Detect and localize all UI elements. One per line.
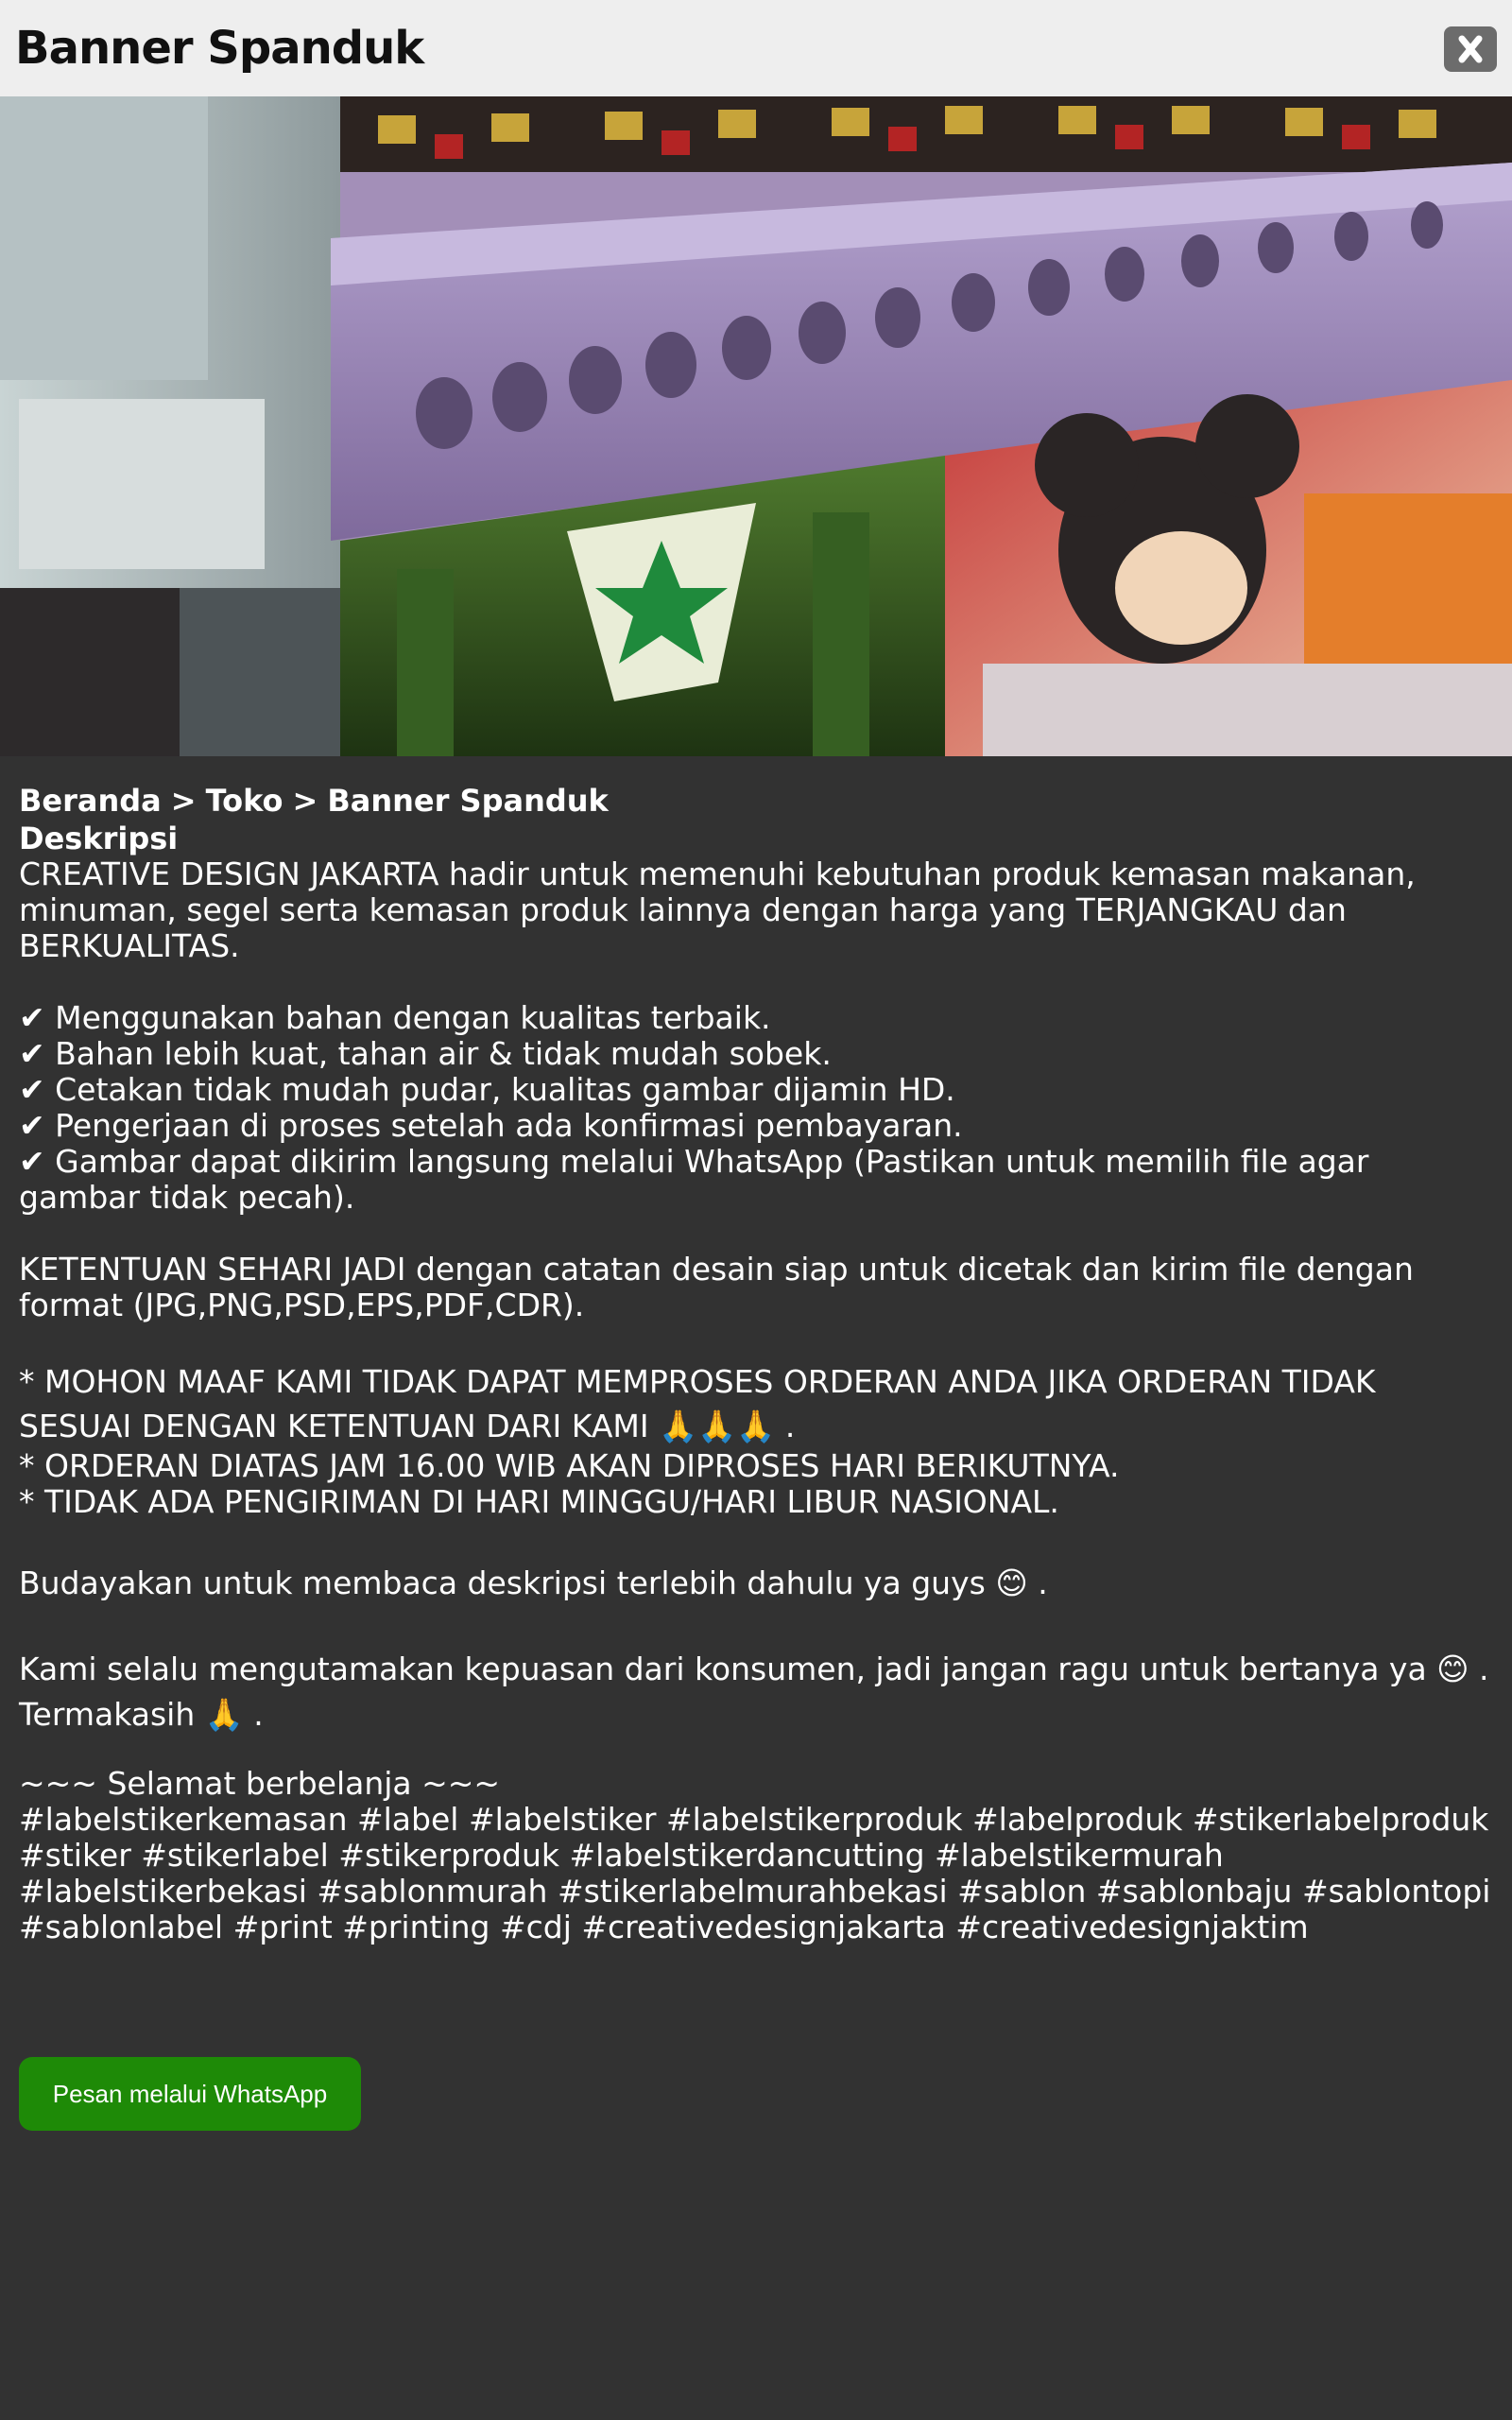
breadcrumb-shop[interactable]: Toko xyxy=(206,783,284,819)
breadcrumb-current: Banner Spanduk xyxy=(327,783,609,819)
whatsapp-order-button[interactable]: Pesan melalui WhatsApp xyxy=(19,2057,361,2131)
feature-item: ✔ Menggunakan bahan dengan kualitas terb… xyxy=(19,999,771,1036)
breadcrumb-separator: > xyxy=(170,783,197,819)
note-item: * MOHON MAAF KAMI TIDAK DAPAT MEMPROSES … xyxy=(19,1363,1376,1444)
breadcrumb-separator: > xyxy=(292,783,318,819)
page-header: Banner Spanduk xyxy=(0,0,1512,96)
satisfaction-note: Kami selalu mengutamakan kepuasan dari k… xyxy=(19,1651,1489,1687)
greeting-text: ~~~ Selamat berbelanja ~~~ xyxy=(19,1765,501,1802)
note-item: * ORDERAN DIATAS JAM 16.00 WIB AKAN DIPR… xyxy=(19,1447,1120,1484)
breadcrumb: Beranda > Toko > Banner Spanduk xyxy=(19,781,1493,821)
printer-photo xyxy=(0,96,1512,756)
feature-item: ✔ Cetakan tidak mudah pudar, kualitas ga… xyxy=(19,1071,955,1108)
close-icon xyxy=(1458,35,1483,63)
terms-text: KETENTUAN SEHARI JADI dengan catatan des… xyxy=(19,1251,1414,1323)
feature-item: ✔ Gambar dapat dikirim langsung melalui … xyxy=(19,1143,1369,1216)
feature-item: ✔ Bahan lebih kuat, tahan air & tidak mu… xyxy=(19,1035,832,1072)
breadcrumb-home[interactable]: Beranda xyxy=(19,783,162,819)
description-heading: Deskripsi xyxy=(19,821,179,856)
description-intro: CREATIVE DESIGN JAKARTA hadir untuk meme… xyxy=(19,856,1416,964)
note-item: * TIDAK ADA PENGIRIMAN DI HARI MINGGU/HA… xyxy=(19,1483,1059,1520)
page-title: Banner Spanduk xyxy=(15,22,424,75)
feature-item: ✔ Pengerjaan di proses setelah ada konfi… xyxy=(19,1107,963,1144)
read-note: Budayakan untuk membaca deskripsi terleb… xyxy=(19,1564,1048,1601)
hero-image xyxy=(0,96,1512,756)
product-content: Beranda > Toko > Banner Spanduk Deskripsi CR… xyxy=(19,781,1493,1945)
thanks-note: Termakasih 🙏 . xyxy=(19,1696,264,1733)
close-button[interactable] xyxy=(1444,26,1497,72)
hashtags: #labelstikerkemasan #label #labelstiker … xyxy=(19,1801,1491,1945)
